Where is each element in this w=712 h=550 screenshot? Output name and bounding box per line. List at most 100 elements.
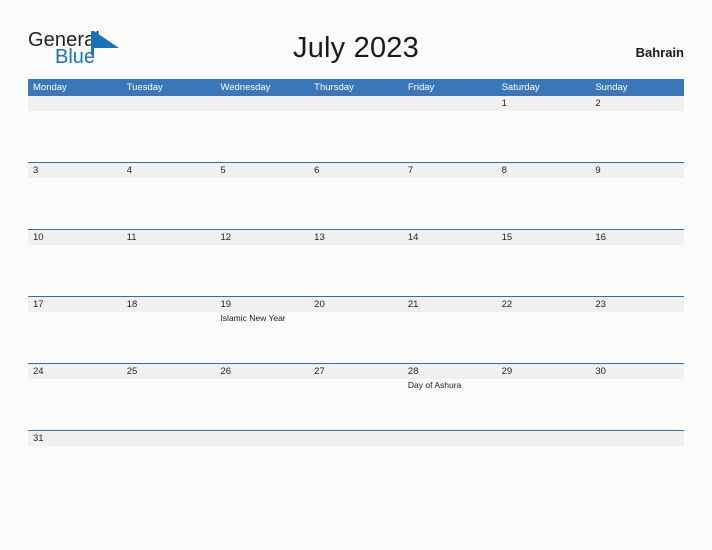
- day-number: 21: [407, 299, 419, 310]
- day-number-band: [496, 163, 591, 178]
- calendar-week-row: 24 25 26 27 28 Day of Ashura 29 30: [28, 363, 685, 430]
- calendar-day-cell-6[interactable]: 6: [309, 163, 403, 229]
- day-number-band: [309, 163, 403, 178]
- day-of-week-header-row: Monday Tuesday Wednesday Thursday Friday Satu…: [28, 79, 684, 96]
- page-header: General Blue July 2023 Bahrain: [28, 26, 684, 74]
- calendar-grid: Monday Tuesday Wednesday Thursday Friday Satu…: [28, 79, 685, 464]
- day-of-week-header-sunday: Sunday: [595, 82, 628, 93]
- calendar-day-cell-11[interactable]: 11: [121, 230, 216, 296]
- calendar-day-cell-13[interactable]: 13: [309, 230, 403, 296]
- calendar-day-cell-26[interactable]: 26: [215, 364, 310, 430]
- calendar-day-cell-1[interactable]: 1: [496, 96, 591, 162]
- calendar-day-cell-7[interactable]: 7: [402, 163, 497, 229]
- calendar-day-cell-18[interactable]: 18: [121, 297, 216, 363]
- calendar-day-cell-empty[interactable]: [309, 431, 403, 464]
- calendar-day-cell-20[interactable]: 20: [309, 297, 403, 363]
- calendar-day-cell-10[interactable]: 10: [28, 230, 122, 296]
- calendar-day-cell-empty[interactable]: [215, 431, 310, 464]
- day-number: 3: [33, 165, 39, 176]
- day-number: 25: [126, 366, 138, 377]
- calendar-day-cell-empty[interactable]: [402, 96, 497, 162]
- day-number-band: [215, 163, 310, 178]
- day-number: 23: [595, 299, 606, 310]
- day-number-band: [309, 431, 403, 446]
- calendar-day-cell-23[interactable]: 23: [590, 297, 685, 363]
- calendar-day-cell-14[interactable]: 14: [402, 230, 497, 296]
- day-number: 4: [126, 165, 133, 176]
- calendar-weeks: 1 2 3 4 5 6 7 8 9 10 11 12 13 14 15 16 17 18 19 Islamic New…: [28, 96, 685, 464]
- calendar-day-cell-9[interactable]: 9: [590, 163, 685, 229]
- calendar-day-cell-17[interactable]: 17: [28, 297, 122, 363]
- day-number-band: [28, 163, 122, 178]
- day-events: Islamic New Year: [220, 312, 307, 324]
- day-of-week-header-friday: Friday: [407, 82, 435, 93]
- day-number: 9: [595, 165, 601, 176]
- day-number: 19: [220, 299, 232, 310]
- calendar-day-cell-empty[interactable]: [590, 431, 685, 464]
- country-label: Bahrain: [635, 45, 684, 60]
- day-of-week-header-wednesday: Wednesday: [220, 82, 271, 93]
- calendar-day-cell-30[interactable]: 30: [590, 364, 685, 430]
- calendar-week-row: 17 18 19 Islamic New Year 20 21 22 23: [28, 296, 685, 363]
- calendar-day-cell-28[interactable]: 28 Day of Ashura: [402, 364, 497, 430]
- calendar-day-cell-25[interactable]: 25: [121, 364, 216, 430]
- day-number: 5: [220, 165, 226, 176]
- calendar-day-cell-29[interactable]: 29: [496, 364, 591, 430]
- calendar-day-cell-empty[interactable]: [121, 431, 216, 464]
- day-number: 17: [33, 299, 44, 310]
- calendar-day-cell-22[interactable]: 22: [496, 297, 591, 363]
- calendar-day-cell-19[interactable]: 19 Islamic New Year: [215, 297, 310, 363]
- calendar-day-cell-empty[interactable]: [309, 96, 403, 162]
- calendar-day-cell-8[interactable]: 8: [496, 163, 591, 229]
- calendar-week-row: 31: [28, 430, 685, 464]
- day-number-band: [402, 431, 497, 446]
- calendar-day-cell-27[interactable]: 27: [309, 364, 403, 430]
- calendar-day-cell-16[interactable]: 16: [590, 230, 685, 296]
- day-number-band: [215, 96, 310, 111]
- calendar-day-cell-4[interactable]: 4: [121, 163, 216, 229]
- day-number: 16: [595, 232, 606, 243]
- day-number-band: [402, 96, 497, 111]
- day-number-band: [496, 96, 591, 111]
- day-number-band: [590, 431, 685, 446]
- calendar-day-cell-empty[interactable]: [402, 431, 497, 464]
- calendar-day-cell-5[interactable]: 5: [215, 163, 310, 229]
- calendar-day-cell-21[interactable]: 21: [402, 297, 497, 363]
- day-number: 2: [595, 98, 601, 109]
- day-number: 14: [407, 232, 419, 243]
- page-title: July 2023: [293, 32, 419, 64]
- calendar-day-cell-empty[interactable]: [28, 96, 122, 162]
- day-number: 1: [501, 98, 507, 109]
- day-number: 8: [501, 165, 507, 176]
- day-number: 26: [220, 366, 232, 377]
- calendar-week-row: 12: [28, 96, 685, 162]
- day-number: 11: [126, 232, 137, 243]
- day-of-week-header-tuesday: Tuesday: [126, 82, 163, 93]
- day-of-week-header-saturday: Saturday: [501, 82, 540, 93]
- calendar-day-cell-24[interactable]: 24: [28, 364, 122, 430]
- holiday-event-label: Islamic New Year: [220, 313, 286, 323]
- day-number: 20: [314, 299, 325, 310]
- calendar-day-cell-31[interactable]: 31: [28, 431, 122, 464]
- day-number-band: [402, 163, 497, 178]
- day-number-band: [309, 96, 403, 111]
- calendar-day-cell-12[interactable]: 12: [215, 230, 310, 296]
- day-number-band: [590, 163, 685, 178]
- day-events: Day of Ashura: [408, 379, 495, 391]
- calendar-day-cell-empty[interactable]: [496, 431, 591, 464]
- day-of-week-header-thursday: Thursday: [314, 82, 354, 93]
- calendar-day-cell-empty[interactable]: [121, 96, 216, 162]
- day-number: 15: [501, 232, 513, 243]
- calendar-day-cell-empty[interactable]: [215, 96, 310, 162]
- day-number-band: [215, 431, 310, 446]
- calendar-day-cell-15[interactable]: 15: [496, 230, 591, 296]
- day-number-band: [121, 96, 216, 111]
- day-number: 18: [126, 299, 138, 310]
- calendar-day-cell-2[interactable]: 2: [590, 96, 685, 162]
- day-number: 30: [595, 366, 606, 377]
- day-number-band: [590, 96, 685, 111]
- calendar-day-cell-3[interactable]: 3: [28, 163, 122, 229]
- day-of-week-header-monday: Monday: [33, 82, 67, 93]
- day-number: 24: [33, 366, 44, 377]
- day-number-band: [121, 431, 216, 446]
